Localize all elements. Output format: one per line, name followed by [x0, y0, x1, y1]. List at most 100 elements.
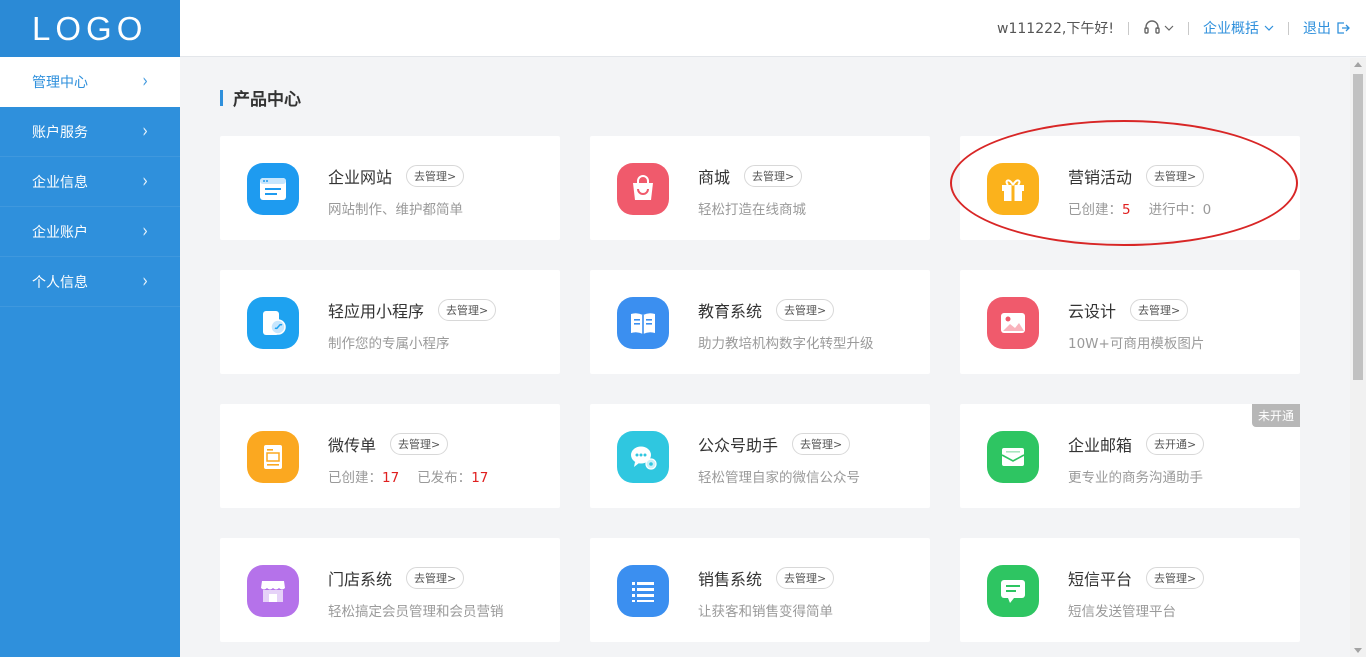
product-name-text: 门店系统 — [328, 570, 393, 589]
product-desc: 轻松搞定会员管理和会员营销 — [328, 604, 504, 620]
product-name-text: 云设计 — [1068, 302, 1117, 321]
manage-button[interactable]: 去管理> — [1146, 165, 1205, 187]
product-name-text: 微传单 — [328, 436, 377, 455]
published-count: 17 — [471, 470, 489, 486]
logout-label: 退出 — [1303, 21, 1331, 37]
activate-button[interactable]: 去开通> — [1146, 433, 1205, 455]
product-name-text: 企业邮箱 — [1068, 436, 1133, 455]
manage-button[interactable]: 去管理> — [406, 567, 465, 589]
divider — [1288, 21, 1289, 35]
product-card-mini-program[interactable]: 轻应用小程序 去管理> 制作您的专属小程序 — [220, 270, 560, 374]
wechat-icon — [617, 431, 669, 483]
product-desc: 10W+可商用模板图片 — [1068, 336, 1205, 352]
manage-button[interactable]: 去管理> — [776, 567, 835, 589]
shopping-bag-icon — [617, 163, 669, 215]
sidebar-item-personal-info[interactable]: 个人信息 › — [0, 257, 180, 307]
product-name: 短信平台 去管理> — [1068, 566, 1205, 590]
flyer-icon — [247, 431, 299, 483]
headset-icon — [1144, 20, 1160, 34]
divider — [1128, 21, 1129, 35]
chevron-right-icon: › — [142, 71, 148, 92]
created-count: 17 — [382, 470, 400, 486]
product-card-education[interactable]: 教育系统 去管理> 助力教培机构数字化转型升级 — [590, 270, 930, 374]
image-icon — [987, 297, 1039, 349]
manage-button[interactable]: 去管理> — [406, 165, 465, 187]
ongoing-count: 0 — [1202, 202, 1212, 218]
mail-icon — [987, 431, 1039, 483]
product-name-text: 销售系统 — [698, 570, 763, 589]
created-label: 已创建： — [1068, 202, 1122, 218]
product-card-mall[interactable]: 商城 去管理> 轻松打造在线商城 — [590, 136, 930, 240]
product-name: 公众号助手 去管理> — [698, 432, 851, 456]
created-label: 已创建： — [328, 470, 382, 486]
product-desc: 更专业的商务沟通助手 — [1068, 470, 1203, 486]
manage-button[interactable]: 去管理> — [744, 165, 803, 187]
sidebar-item-management-center[interactable]: 管理中心 › — [0, 57, 180, 107]
sidebar-item-account-service[interactable]: 账户服务 › — [0, 107, 180, 157]
overview-dropdown[interactable]: 企业概括 — [1203, 18, 1274, 38]
product-card-website[interactable]: 企业网站 去管理> 网站制作、维护都简单 — [220, 136, 560, 240]
product-name: 云设计 去管理> — [1068, 298, 1189, 322]
product-card-marketing[interactable]: 营销活动 去管理> 已创建：5 进行中：0 — [960, 136, 1300, 240]
sidebar: LOGO 管理中心 › 账户服务 › 企业信息 › 企业账户 › 个人信息 › — [0, 0, 180, 657]
sidebar-item-company-info[interactable]: 企业信息 › — [0, 157, 180, 207]
support-dropdown[interactable] — [1143, 20, 1174, 36]
section-title-text: 产品中心 — [233, 90, 301, 110]
manage-button[interactable]: 去管理> — [792, 433, 851, 455]
section-title: 产品中心 — [220, 85, 301, 110]
chevron-right-icon: › — [142, 271, 148, 292]
sidebar-item-company-account[interactable]: 企业账户 › — [0, 207, 180, 257]
product-card-flyer[interactable]: 微传单 去管理> 已创建：17 已发布：17 — [220, 404, 560, 508]
product-desc: 轻松打造在线商城 — [698, 202, 806, 218]
logo[interactable]: LOGO — [0, 0, 180, 57]
ongoing-label: 进行中： — [1148, 202, 1203, 218]
product-name: 销售系统 去管理> — [698, 566, 835, 590]
mini-program-icon — [247, 297, 299, 349]
product-desc: 让获客和销售变得简单 — [698, 604, 833, 620]
product-name: 企业网站 去管理> — [328, 164, 465, 188]
product-name: 商城 去管理> — [698, 164, 803, 188]
product-name: 门店系统 去管理> — [328, 566, 465, 590]
manage-button[interactable]: 去管理> — [1130, 299, 1189, 321]
product-name-text: 教育系统 — [698, 302, 763, 321]
product-card-cloud-design[interactable]: 云设计 去管理> 10W+可商用模板图片 — [960, 270, 1300, 374]
product-name-text: 商城 — [698, 168, 731, 187]
product-name-text: 轻应用小程序 — [328, 302, 425, 321]
chevron-right-icon: › — [142, 171, 148, 192]
logout-icon — [1337, 22, 1350, 34]
manage-button[interactable]: 去管理> — [776, 299, 835, 321]
title-accent-bar — [220, 89, 223, 106]
top-header: w111222,下午好! 企业概括 退出 — [180, 0, 1366, 57]
product-card-enterprise-mail[interactable]: 未开通 企业邮箱 去开通> 更专业的商务沟通助手 — [960, 404, 1300, 508]
scrollbar-thumb[interactable] — [1353, 74, 1363, 380]
overview-label: 企业概括 — [1203, 21, 1259, 37]
chevron-down-icon — [1164, 25, 1174, 31]
manage-button[interactable]: 去管理> — [1146, 567, 1205, 589]
manage-button[interactable]: 去管理> — [390, 433, 449, 455]
scroll-up-icon[interactable] — [1354, 62, 1362, 67]
store-icon — [247, 565, 299, 617]
vertical-scrollbar[interactable] — [1350, 58, 1366, 657]
product-name: 营销活动 去管理> — [1068, 164, 1205, 188]
product-card-sales[interactable]: 销售系统 去管理> 让获客和销售变得简单 — [590, 538, 930, 642]
product-desc: 已创建：17 已发布：17 — [328, 466, 506, 486]
product-card-sms[interactable]: 短信平台 去管理> 短信发送管理平台 — [960, 538, 1300, 642]
product-desc: 网站制作、维护都简单 — [328, 202, 463, 218]
product-card-wechat-assistant[interactable]: 公众号助手 去管理> 轻松管理自家的微信公众号 — [590, 404, 930, 508]
sidebar-item-label: 个人信息 — [32, 274, 88, 291]
product-name-text: 短信平台 — [1068, 570, 1133, 589]
manage-button[interactable]: 去管理> — [438, 299, 497, 321]
product-name-text: 企业网站 — [328, 168, 393, 187]
product-card-store[interactable]: 门店系统 去管理> 轻松搞定会员管理和会员营销 — [220, 538, 560, 642]
chevron-down-icon — [1264, 25, 1274, 31]
sidebar-item-label: 企业账户 — [32, 224, 88, 241]
not-activated-badge: 未开通 — [1251, 404, 1300, 427]
sms-icon — [987, 565, 1039, 617]
logout-button[interactable]: 退出 — [1303, 18, 1350, 38]
scroll-down-icon[interactable] — [1354, 648, 1362, 653]
product-desc: 助力教培机构数字化转型升级 — [698, 336, 874, 352]
main-content: 产品中心 企业网站 去管理> 网站制作、维护都简单 商城 去管理> 轻松打造在线商城… — [180, 58, 1350, 657]
product-name-text: 公众号助手 — [698, 436, 779, 455]
sidebar-item-label: 管理中心 — [32, 74, 88, 91]
product-desc: 制作您的专属小程序 — [328, 336, 450, 352]
